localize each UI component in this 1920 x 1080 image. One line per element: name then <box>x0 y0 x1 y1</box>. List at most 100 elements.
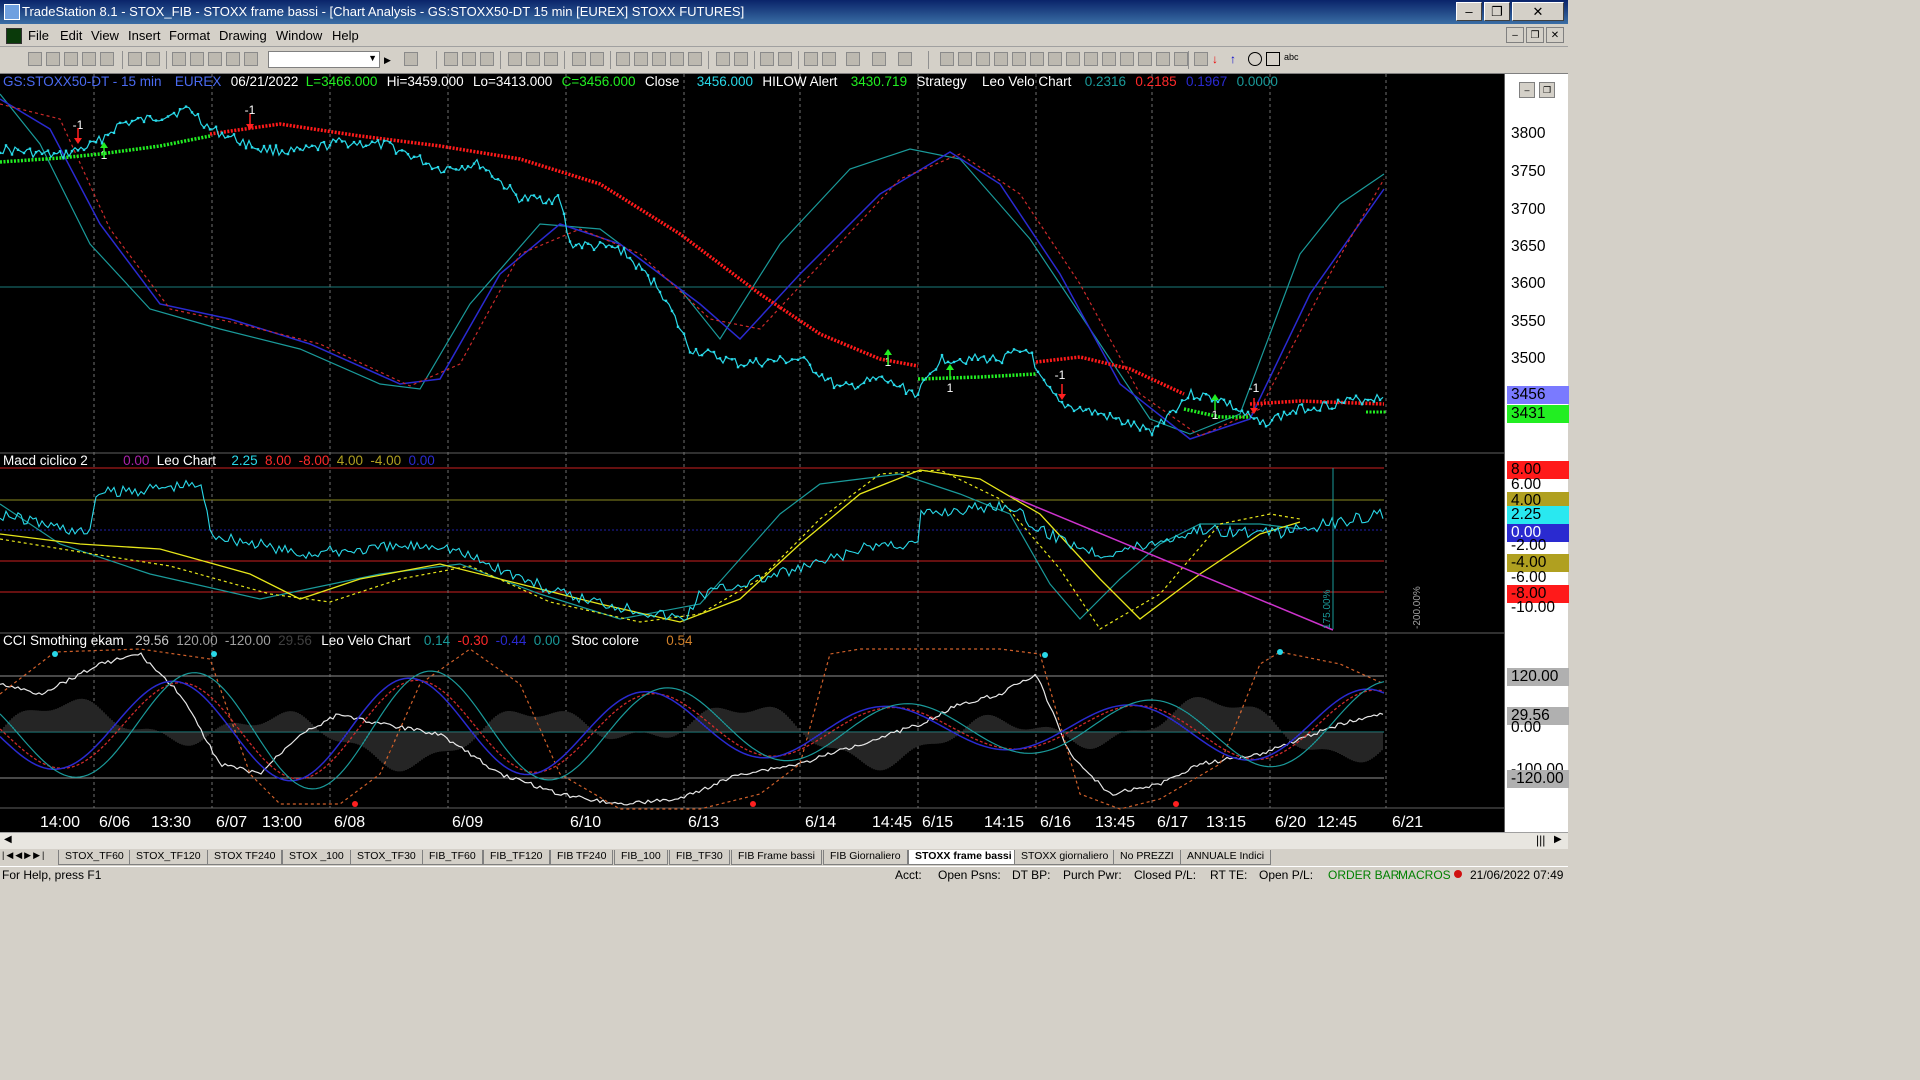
chart-area[interactable]: -11-11-111-1 175.00% -200.00% GS:STOXX50… <box>0 74 1504 832</box>
arrow-up-icon[interactable]: ↑ <box>1230 52 1244 66</box>
symbol-lookup-icon[interactable] <box>404 52 418 66</box>
tools-icon[interactable] <box>846 52 860 66</box>
tab-stox-tf60[interactable]: STOX_TF60 <box>58 850 131 865</box>
bar-chart-icon[interactable] <box>526 52 540 66</box>
insert-strategy-icon[interactable] <box>462 52 476 66</box>
bar-spacing-icon[interactable] <box>670 52 684 66</box>
text-icon[interactable]: abc <box>1284 52 1304 66</box>
window-icon[interactable] <box>898 52 912 66</box>
scroll-right-icon[interactable]: ▶ <box>1554 834 1562 845</box>
chart-document-icon[interactable] <box>6 28 22 44</box>
price-scale[interactable]: – ❐ 3800 3750 3700 3650 3600 3550 3500 3… <box>1504 74 1569 832</box>
vertical-lines-icon[interactable] <box>958 52 972 66</box>
doc-restore-button[interactable]: ❐ <box>1526 27 1544 43</box>
scroll-icon[interactable] <box>688 52 702 66</box>
symbol-label[interactable]: GS:STOXX50-DT - 15 min <box>3 74 162 89</box>
tab-annuale-indici[interactable]: ANNUALE Indici <box>1180 850 1272 865</box>
candlestick-icon[interactable] <box>544 52 558 66</box>
tab-no-prezzi[interactable]: No PREZZI <box>1113 850 1181 865</box>
format-symbol-icon[interactable] <box>480 52 494 66</box>
regression-icon[interactable] <box>1120 52 1134 66</box>
curve-icon[interactable] <box>1194 52 1208 66</box>
rectangle-icon[interactable] <box>1266 52 1280 66</box>
zoom-in-icon[interactable] <box>760 52 774 66</box>
fib-time-icon[interactable] <box>1066 52 1080 66</box>
timeframe-icon[interactable] <box>634 52 648 66</box>
tab-fib-giornaliero[interactable]: FIB Giornaliero <box>823 850 908 865</box>
menu-view[interactable]: View <box>91 28 119 43</box>
link-icon[interactable] <box>590 52 604 66</box>
scroll-left-icon[interactable]: ◀ <box>4 834 12 845</box>
close-button[interactable]: ✕ <box>1512 2 1564 21</box>
tab-fib-100[interactable]: FIB_100 <box>614 850 668 865</box>
zoom-out-icon[interactable] <box>778 52 792 66</box>
menu-help[interactable]: Help <box>332 28 359 43</box>
workspace-icon[interactable] <box>100 52 114 66</box>
cci-name[interactable]: CCI Smothing ekam <box>3 633 124 648</box>
insert-chart-icon[interactable] <box>172 52 186 66</box>
pencil-icon[interactable] <box>1174 52 1188 66</box>
tab-stoxx-frame-bassi[interactable]: STOXX frame bassi <box>908 850 1019 865</box>
tab-fib-tf120[interactable]: FIB_TF120 <box>483 850 550 865</box>
print-preview-icon[interactable] <box>146 52 160 66</box>
alert-icon[interactable] <box>616 52 630 66</box>
menu-drawing[interactable]: Drawing <box>219 28 267 43</box>
new-icon[interactable] <box>28 52 42 66</box>
horizontal-arrow-icon[interactable] <box>1102 52 1116 66</box>
tab-fib-frame-bassi[interactable]: FIB Frame bassi <box>731 850 823 865</box>
data-window-icon[interactable] <box>572 52 586 66</box>
chart-style-icon[interactable] <box>508 52 522 66</box>
menu-format[interactable]: Format <box>169 28 210 43</box>
panel-minimize-button[interactable]: – <box>1519 82 1535 98</box>
tab-fib-tf240[interactable]: FIB TF240 <box>550 850 614 865</box>
horizontal-lines-icon[interactable] <box>976 52 990 66</box>
print-icon[interactable] <box>128 52 142 66</box>
menu-file[interactable]: File <box>28 28 49 43</box>
fibonacci-icon[interactable] <box>994 52 1008 66</box>
play-arrow-icon[interactable]: ▶ <box>384 52 398 66</box>
gann-fan-icon[interactable] <box>1030 52 1044 66</box>
channel-icon[interactable] <box>1138 52 1152 66</box>
cross-icon[interactable] <box>872 52 886 66</box>
cycle-icon[interactable] <box>1156 52 1170 66</box>
optionstation-icon[interactable] <box>244 52 258 66</box>
status-macros[interactable]: MACROS <box>1398 868 1451 882</box>
radarscreen-icon[interactable] <box>190 52 204 66</box>
doc-close-button[interactable]: ✕ <box>1546 27 1564 43</box>
restore-button[interactable]: ❐ <box>1484 2 1510 21</box>
symbol-dropdown[interactable]: ▼ <box>268 51 380 68</box>
tab-fib-tf60[interactable]: FIB_TF60 <box>422 850 483 865</box>
status-order-bar[interactable]: ORDER BAR <box>1328 868 1399 882</box>
menu-edit[interactable]: Edit <box>60 28 82 43</box>
tab-stoxx-giornaliero[interactable]: STOXX giornaliero <box>1014 850 1116 865</box>
insert-indicator-icon[interactable] <box>444 52 458 66</box>
andrews-pitchfork-icon[interactable] <box>1084 52 1098 66</box>
tab-stox-100[interactable]: STOX _100 <box>282 850 351 865</box>
minimize-button[interactable]: – <box>1456 2 1482 21</box>
decrease-spacing-icon[interactable] <box>716 52 730 66</box>
save-all-icon[interactable] <box>82 52 96 66</box>
speed-line-icon[interactable] <box>1048 52 1062 66</box>
macd-name[interactable]: Macd ciclico 2 <box>3 453 88 468</box>
scroll-thumb[interactable]: ||| <box>1536 833 1545 847</box>
open-icon[interactable] <box>46 52 60 66</box>
pointer-icon[interactable] <box>804 52 818 66</box>
save-icon[interactable] <box>64 52 78 66</box>
tab-stox-tf120[interactable]: STOX_TF120 <box>129 850 208 865</box>
increase-spacing-icon[interactable] <box>734 52 748 66</box>
matrix-icon[interactable] <box>208 52 222 66</box>
panel-restore-button[interactable]: ❐ <box>1539 82 1555 98</box>
arc-icon[interactable] <box>1012 52 1026 66</box>
tab-nav-arrows-icon[interactable]: |◀◀▶▶| <box>2 850 46 861</box>
tab-stox-tf30[interactable]: STOX_TF30 <box>350 850 423 865</box>
tab-stox-tf240[interactable]: STOX TF240 <box>207 850 283 865</box>
menu-window[interactable]: Window <box>276 28 322 43</box>
scanner-icon[interactable] <box>226 52 240 66</box>
arrow-down-icon[interactable]: ↓ <box>1212 52 1226 66</box>
doc-minimize-button[interactable]: – <box>1506 27 1524 43</box>
menu-insert[interactable]: Insert <box>128 28 161 43</box>
tab-fib-tf30[interactable]: FIB_TF30 <box>669 850 730 865</box>
trendline-icon[interactable] <box>940 52 954 66</box>
interval-icon[interactable] <box>652 52 666 66</box>
horizontal-scrollbar[interactable]: ◀ ||| ▶ <box>0 832 1568 849</box>
